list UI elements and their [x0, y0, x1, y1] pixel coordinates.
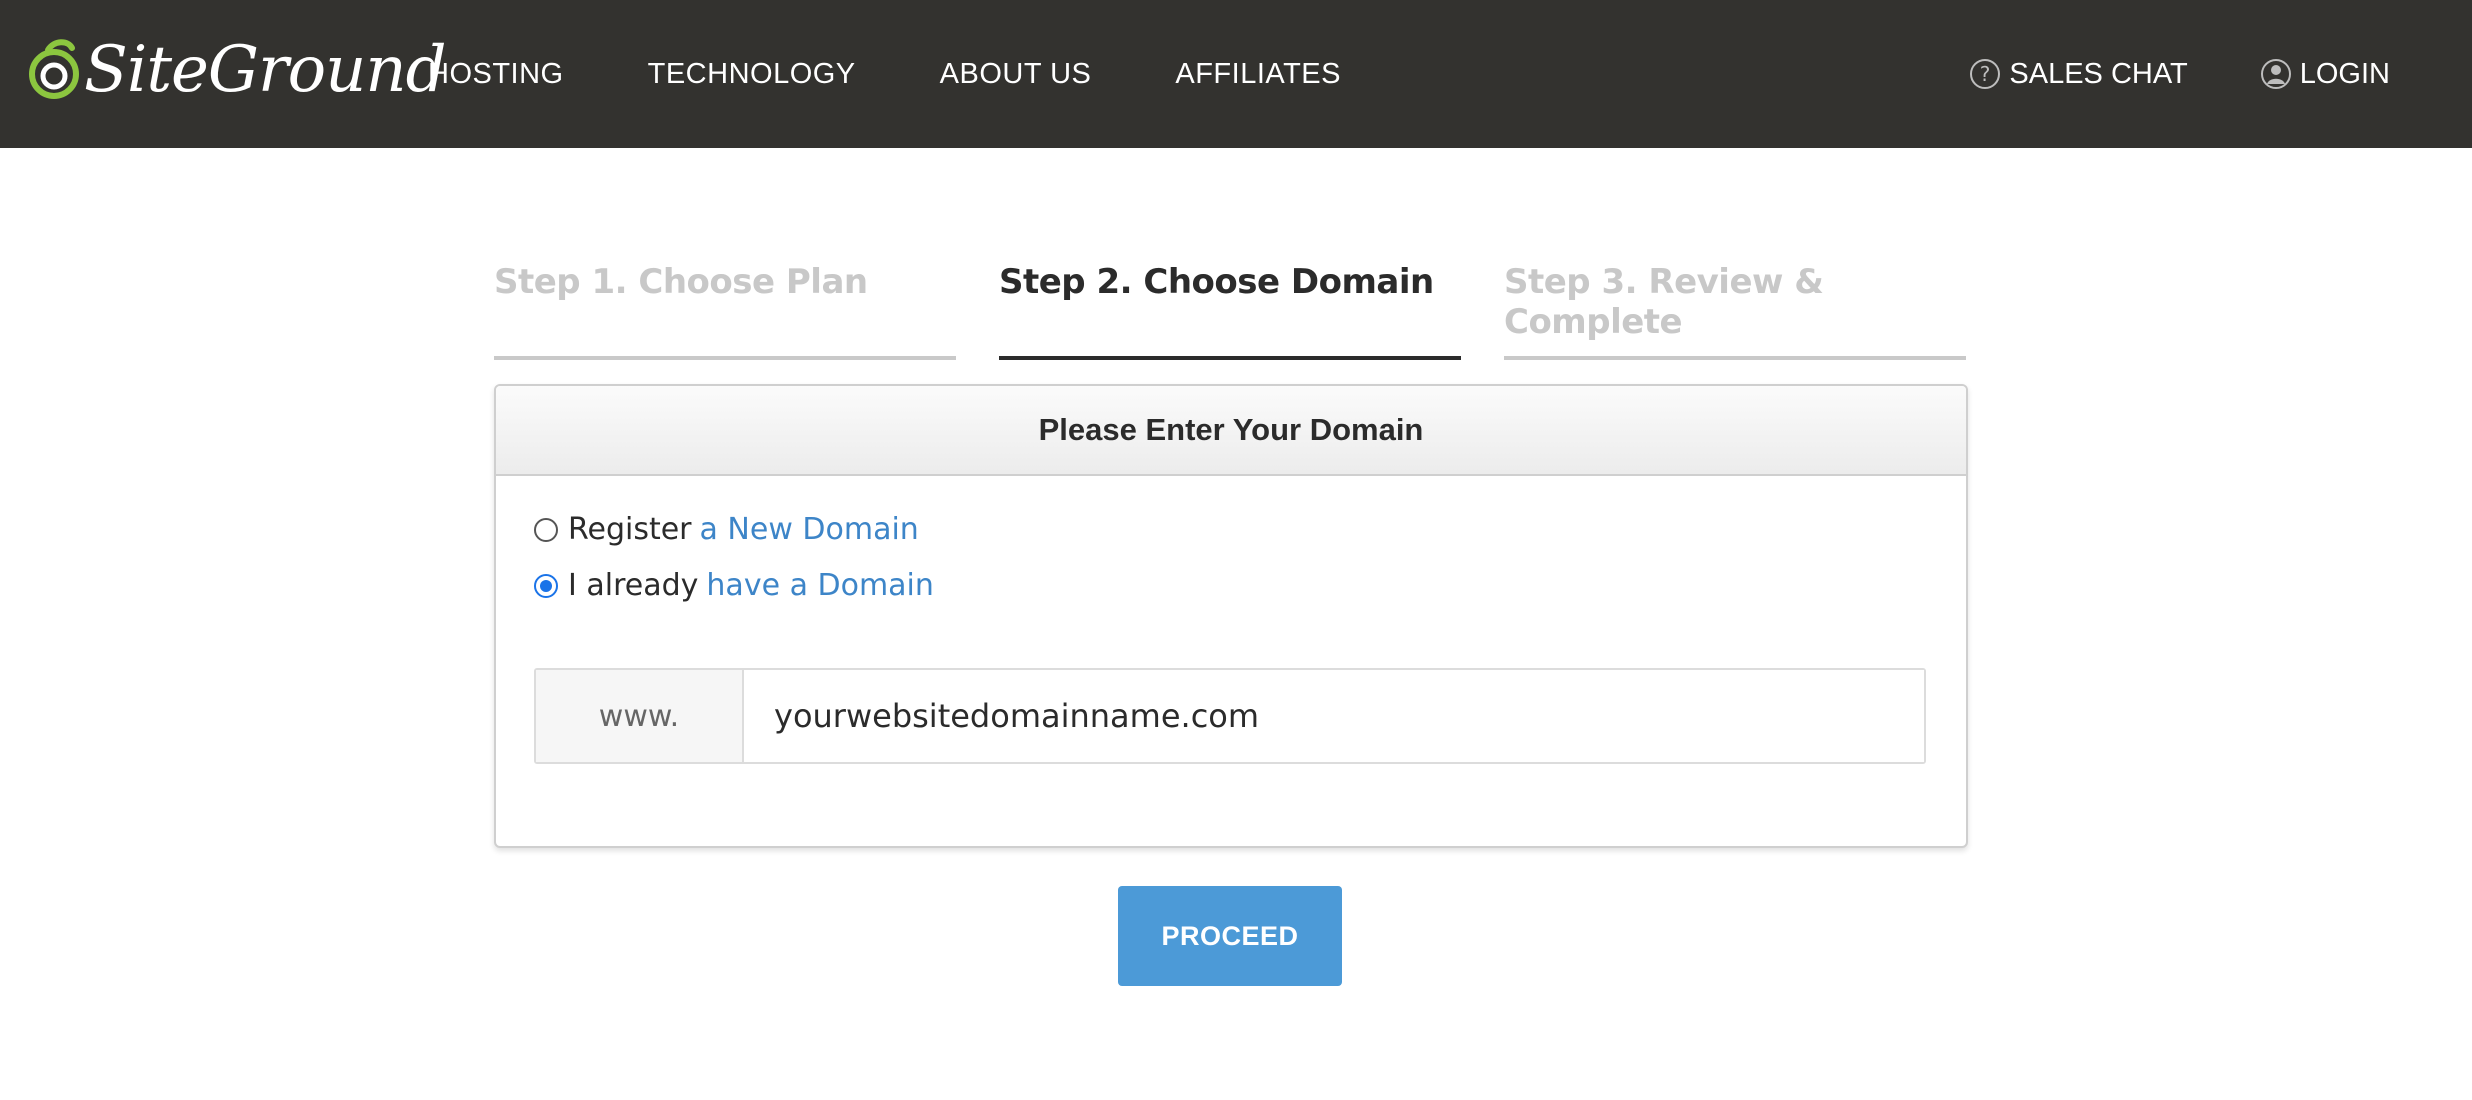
register-option-link[interactable]: a New Domain [700, 512, 919, 547]
existing-domain-option[interactable]: I already have a Domain [534, 568, 934, 603]
nav-item-affiliates[interactable]: AFFILIATES [1175, 58, 1341, 91]
nav-item-hosting[interactable]: HOSTING [428, 58, 564, 91]
main-nav: HOSTING TECHNOLOGY ABOUT US AFFILIATES [428, 0, 1425, 148]
sales-chat-link[interactable]: ? SALES CHAT [1969, 57, 2188, 91]
login-link[interactable]: LOGIN [2260, 58, 2390, 91]
svg-text:?: ? [1980, 62, 1991, 86]
step-choose-plan: Step 1. Choose Plan [494, 262, 956, 360]
user-circle-icon [2260, 59, 2291, 89]
panel-title: Please Enter Your Domain [496, 386, 1966, 476]
register-new-domain-option[interactable]: Register a New Domain [534, 512, 919, 547]
top-navigation-bar: SiteGround HOSTING TECHNOLOGY ABOUT US A… [0, 0, 2472, 148]
question-circle-icon: ? [1970, 59, 2001, 89]
step-review-complete: Step 3. Review & Complete [1504, 262, 1966, 360]
domain-input-group: www. [534, 668, 1926, 764]
domain-panel: Please Enter Your Domain Register a New … [494, 384, 1968, 848]
domain-input[interactable] [744, 670, 1924, 762]
existing-domain-radio[interactable] [534, 573, 558, 598]
login-label: LOGIN [2299, 57, 2390, 90]
logo-swirl-icon [29, 39, 79, 99]
register-option-prefix: Register [568, 512, 692, 547]
existing-option-prefix: I already [568, 568, 699, 603]
step-choose-domain: Step 2. Choose Domain [999, 262, 1461, 360]
siteground-logo[interactable]: SiteGround [28, 30, 447, 110]
www-prefix: www. [536, 670, 744, 762]
header-actions: ? SALES CHAT LOGIN [1969, 0, 2390, 148]
checkout-steps: Step 1. Choose Plan Step 2. Choose Domai… [494, 262, 1966, 360]
brand-name: SiteGround [84, 33, 447, 107]
nav-item-about-us[interactable]: ABOUT US [940, 58, 1092, 91]
existing-option-link[interactable]: have a Domain [706, 568, 933, 603]
nav-item-technology[interactable]: TECHNOLOGY [648, 58, 856, 91]
proceed-button[interactable]: PROCEED [1118, 886, 1342, 986]
sales-chat-label: SALES CHAT [2009, 57, 2188, 90]
register-new-domain-radio[interactable] [534, 517, 558, 542]
